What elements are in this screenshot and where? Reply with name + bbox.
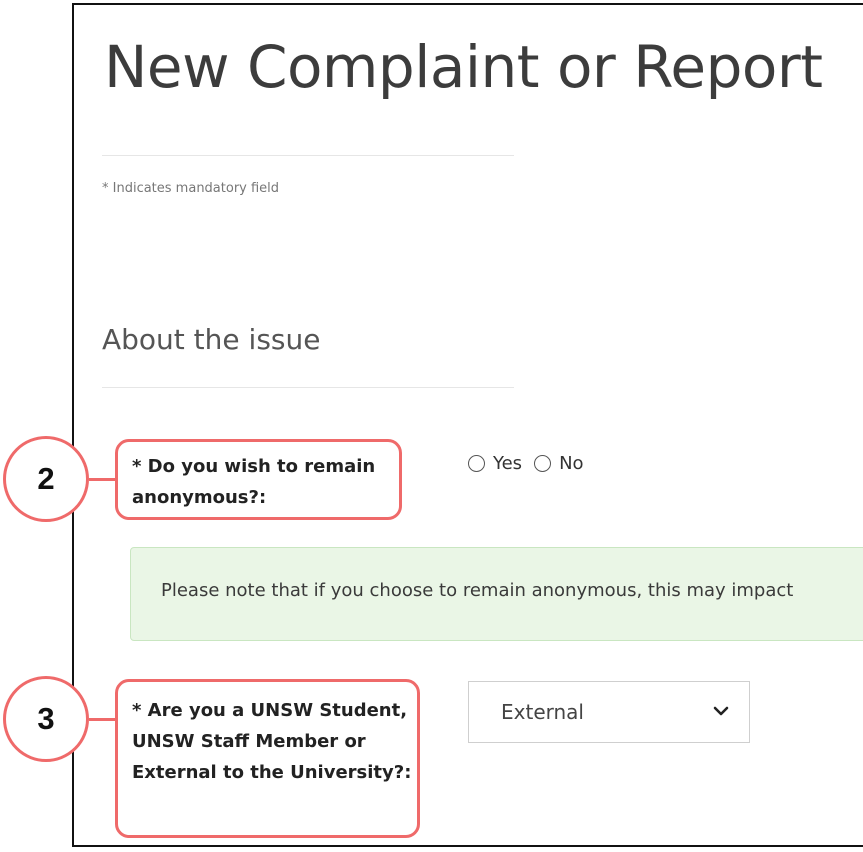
step-badge-2: 2 [3,436,89,522]
callout-connector-2 [89,478,117,481]
radio-no-circle[interactable] [534,455,552,472]
affiliation-select[interactable]: External [468,681,750,743]
section-heading: About the issue [102,323,321,356]
callout-connector-3 [89,718,117,721]
callout-highlight-2 [115,439,402,520]
anonymous-radio-group: Yes No [468,453,596,474]
anonymity-notice-text: Please note that if you choose to remain… [161,580,794,601]
radio-no-label: No [559,453,584,474]
anonymity-notice: Please note that if you choose to remain… [130,547,863,641]
chevron-down-icon [713,706,729,716]
radio-yes-circle[interactable] [468,455,485,472]
callout-highlight-3 [115,679,420,838]
page-title: New Complaint or Report [104,33,823,101]
radio-yes-label: Yes [493,453,523,474]
mandatory-field-note: * Indicates mandatory field [102,181,280,196]
affiliation-select-value: External [501,700,584,724]
title-divider [102,155,514,156]
radio-no[interactable]: No [534,453,584,474]
radio-yes[interactable]: Yes [468,453,522,474]
step-badge-3: 3 [3,676,89,762]
section-divider [102,387,514,388]
